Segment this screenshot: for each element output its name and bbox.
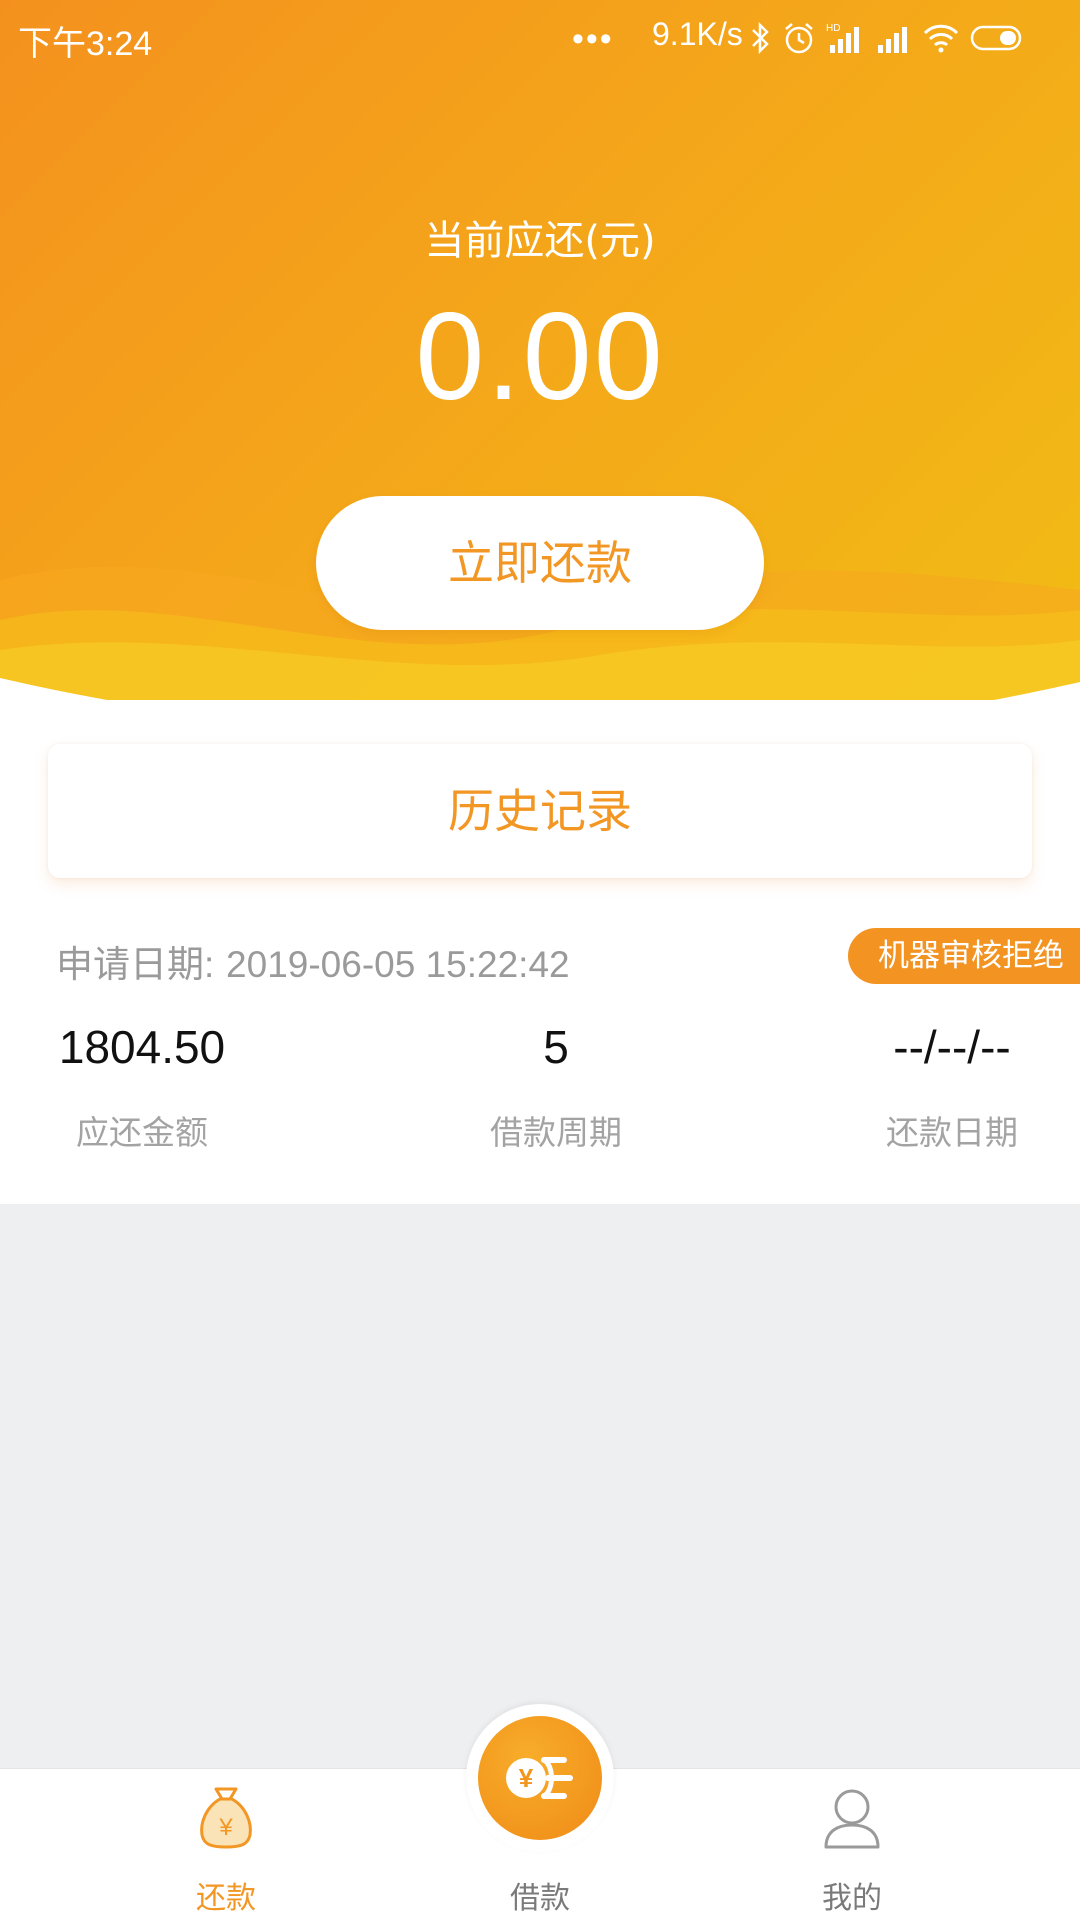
borrow-center-button[interactable]: ¥: [478, 1716, 602, 1840]
money-bag-icon: ¥: [200, 1787, 252, 1849]
status-time: 下午3:24: [18, 25, 153, 63]
network-speed: 9.1K/s: [652, 16, 743, 52]
tab-label: 还款: [196, 1881, 256, 1916]
hd-signal-icon: HD: [826, 23, 859, 53]
stat-label: 还款日期: [886, 1113, 1018, 1152]
user-icon: [824, 1789, 880, 1849]
svg-text:HD: HD: [826, 23, 840, 34]
stat-value: 1804.50: [58, 1021, 226, 1073]
stat-label: 应还金额: [76, 1113, 208, 1152]
apply-date-label: 申请日期:: [56, 944, 215, 985]
tab-label: 我的: [822, 1881, 882, 1916]
svg-text:¥: ¥: [218, 1814, 233, 1841]
stat-repay-date: --/--/-- 还款日期: [852, 1020, 1052, 1154]
stat-value: --/--/--: [893, 1021, 1011, 1073]
stat-value: 5: [543, 1021, 569, 1073]
wifi-icon: [923, 24, 959, 53]
bluetooth-icon: [752, 21, 769, 55]
stat-loan-period: 5 借款周期: [456, 1020, 656, 1154]
svg-text:¥: ¥: [519, 1763, 534, 1793]
loan-record[interactable]: 申请日期: 2019-06-05 15:22:42 机器审核拒绝 1804.50…: [0, 920, 1080, 1180]
history-records-button[interactable]: 历史记录: [48, 744, 1032, 878]
due-amount: 0.00: [415, 288, 665, 426]
apply-date-value: 2019-06-05 15:22:42: [226, 944, 570, 985]
tab-mine[interactable]: 我的: [752, 1769, 952, 1920]
signal-icon: [878, 27, 907, 53]
tab-repay[interactable]: ¥ 还款: [126, 1769, 326, 1920]
status-bar: 下午3:24 ••• 9.1K/s HD: [0, 0, 1080, 74]
stat-due-amount: 1804.50 应还金额: [40, 1020, 244, 1154]
alarm-icon: [785, 23, 813, 54]
more-notifications-icon: •••: [572, 20, 614, 58]
coin-transfer-icon: ¥: [506, 1757, 573, 1799]
stat-label: 借款周期: [490, 1113, 622, 1152]
repay-now-button[interactable]: 立即还款: [316, 496, 764, 630]
status-badge: 机器审核拒绝: [848, 928, 1080, 984]
tab-label: 借款: [510, 1881, 570, 1916]
header-banner: 下午3:24 ••• 9.1K/s HD 当前应还(元) 0.00 立即还款: [0, 0, 1080, 740]
apply-date: 申请日期: 2019-06-05 15:22:42: [56, 934, 570, 988]
due-amount-label: 当前应还(元): [424, 218, 656, 264]
battery-icon: [970, 25, 1022, 51]
status-icons: HD: [750, 18, 1026, 58]
